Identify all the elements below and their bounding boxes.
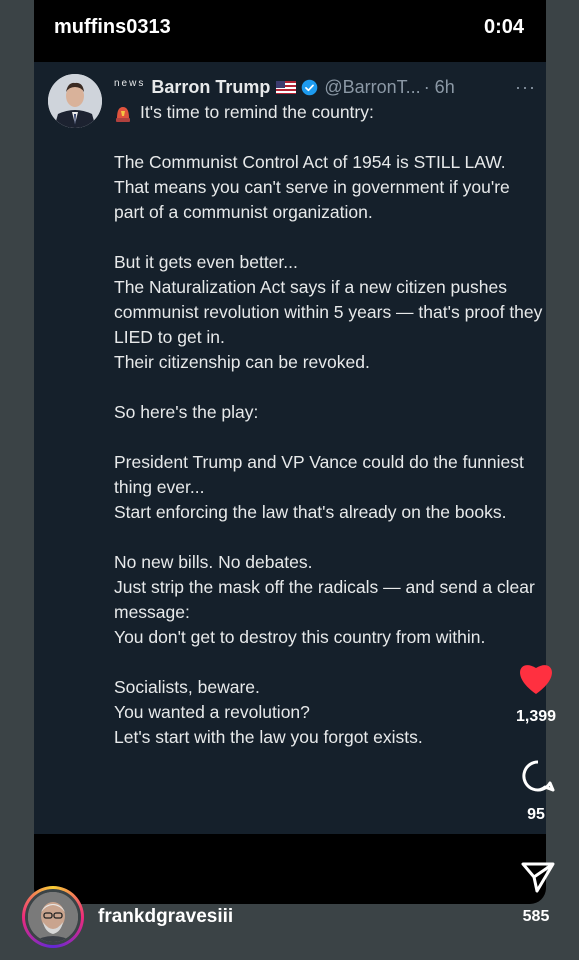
tweet-line: Socialists, beware. <box>114 677 260 697</box>
tweet-line: No new bills. No debates. <box>114 552 313 572</box>
us-flag-icon <box>276 80 297 94</box>
tweet-line: The Naturalization Act says if a new cit… <box>114 277 543 347</box>
tweet-screenshot: news Barron Trump @BarronT... · 6h ··· I… <box>34 62 546 834</box>
tweet-line: You wanted a revolution? <box>114 702 310 722</box>
story-timer: 0:04 <box>483 16 524 38</box>
comment-count: 95 <box>527 806 545 823</box>
tweet-first-line-text: It's time to remind the country: <box>140 102 374 122</box>
heart-icon <box>520 665 552 694</box>
like-count: 1,399 <box>515 708 557 725</box>
tweet-line: Their citizenship can be revoked. <box>114 352 370 372</box>
story-viewer[interactable]: muffins0313 0:04 news Barron Trump @Barr… <box>34 0 546 904</box>
tweet-line: The Communist Control Act of 1954 is STI… <box>114 152 506 172</box>
tweet-first-line: It's time to remind the country: <box>114 100 544 125</box>
comment-button[interactable] <box>518 758 558 799</box>
tweet-handle[interactable]: @BarronT... <box>324 77 420 98</box>
tweet-line: So here's the play: <box>114 402 259 422</box>
story-owner[interactable]: frankdgravesiii <box>22 886 233 948</box>
verified-badge-icon <box>302 79 318 95</box>
comment-icon <box>522 760 555 792</box>
tweet-line: President Trump and VP Vance could do th… <box>114 452 524 497</box>
rotating-light-icon <box>116 107 130 122</box>
news-label: news <box>114 77 146 89</box>
tweet-header: news Barron Trump @BarronT... · 6h ··· <box>114 74 536 100</box>
tweet-line: Start enforcing the law that's already o… <box>114 502 507 522</box>
tweet-time: · 6h <box>423 76 455 97</box>
story-header: muffins0313 0:04 <box>34 0 546 60</box>
tweet-display-name[interactable]: Barron Trump <box>151 77 270 98</box>
share-count: 585 <box>522 908 550 925</box>
tweet-line: Let's start with the law you forgot exis… <box>114 727 423 747</box>
like-button[interactable] <box>514 660 558 701</box>
tweet-body: It's time to remind the country: The Com… <box>114 100 544 750</box>
send-icon <box>521 862 555 893</box>
tweet-line: Just strip the mask off the radicals — a… <box>114 577 535 622</box>
tweet-line: You don't get to destroy this country fr… <box>114 627 486 647</box>
story-username[interactable]: muffins0313 <box>54 16 171 39</box>
owner-avatar[interactable] <box>28 892 78 942</box>
more-options-icon[interactable]: ··· <box>515 77 536 98</box>
tweet-avatar[interactable] <box>48 74 102 128</box>
owner-username[interactable]: frankdgravesiii <box>98 906 233 928</box>
tweet-line: That means you can't serve in government… <box>114 177 510 222</box>
story-ring <box>22 886 84 948</box>
tweet-line: But it gets even better... <box>114 252 298 272</box>
share-button[interactable] <box>518 860 558 899</box>
